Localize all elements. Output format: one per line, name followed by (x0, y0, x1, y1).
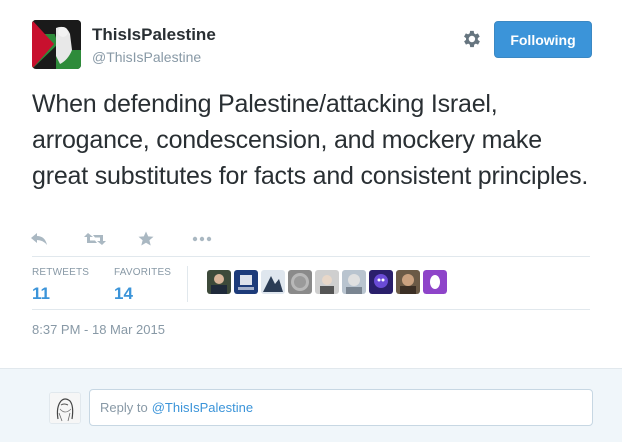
avatar[interactable] (315, 270, 339, 294)
favorites-label: FAVORITES (114, 267, 172, 278)
avatar[interactable] (369, 270, 393, 294)
screen-name[interactable]: @ThisIsPalestine (92, 49, 201, 65)
favorite-icon[interactable] (138, 228, 192, 250)
favoriters-avatars (207, 270, 447, 294)
reply-area: Reply to @ThisIsPalestine (0, 368, 622, 442)
avatar[interactable] (261, 270, 285, 294)
avatar[interactable] (288, 270, 312, 294)
avatar[interactable] (342, 270, 366, 294)
following-button[interactable]: Following (494, 21, 592, 58)
favorites-stat[interactable]: FAVORITES 14 (114, 267, 171, 304)
reply-icon[interactable] (30, 228, 84, 250)
divider (32, 309, 590, 310)
more-icon[interactable] (192, 228, 246, 250)
user-avatar (49, 392, 81, 424)
avatar[interactable] (234, 270, 258, 294)
tweet-timestamp[interactable]: 8:37 PM - 18 Mar 2015 (32, 322, 165, 337)
retweets-stat[interactable]: RETWEETS 11 (32, 267, 89, 304)
favorites-count[interactable]: 14 (114, 284, 171, 304)
tweet-actions (30, 228, 246, 250)
gear-icon[interactable] (460, 28, 482, 50)
divider (32, 256, 590, 257)
avatar[interactable] (396, 270, 420, 294)
avatar[interactable] (423, 270, 447, 294)
reply-input[interactable]: Reply to @ThisIsPalestine (89, 389, 593, 426)
tweet-text: When defending Palestine/attacking Israe… (32, 90, 589, 190)
retweet-icon[interactable] (84, 228, 138, 250)
profile-avatar[interactable] (32, 20, 81, 69)
stats-separator (187, 266, 188, 302)
display-name[interactable]: ThisIsPalestine (92, 25, 216, 45)
avatar[interactable] (207, 270, 231, 294)
reply-handle: @ThisIsPalestine (151, 400, 254, 415)
retweets-label: RETWEETS (32, 267, 90, 278)
reply-prefix: Reply to (100, 400, 148, 415)
retweets-count[interactable]: 11 (32, 284, 89, 304)
tweet-card: ThisIsPalestine @ThisIsPalestine Followi… (0, 0, 622, 368)
